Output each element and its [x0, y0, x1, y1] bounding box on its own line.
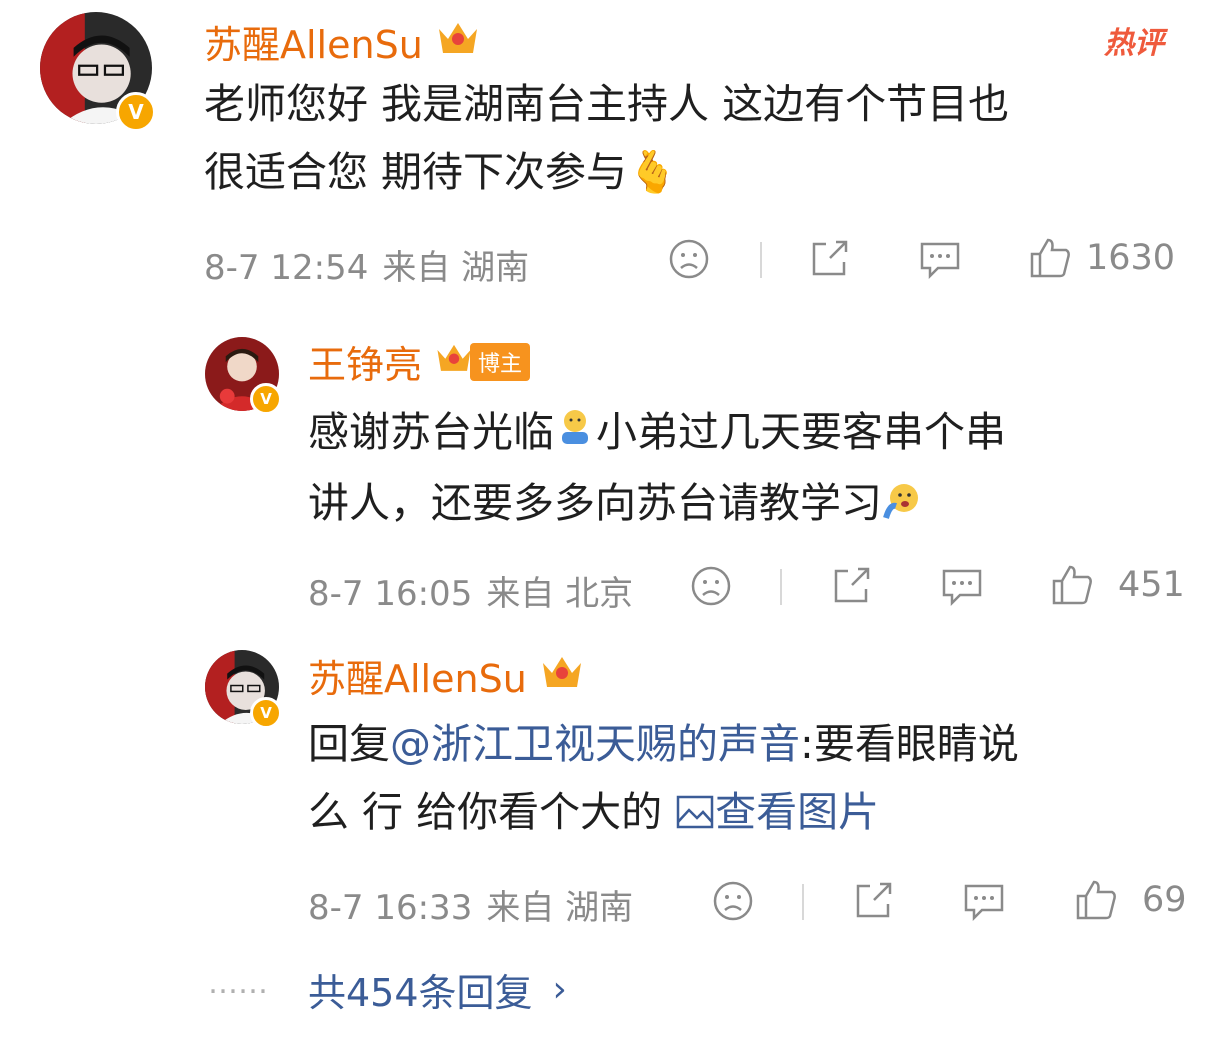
mention-link[interactable]: @浙江卫视天赐的声音	[390, 720, 800, 768]
blogger-badge: 博主	[470, 342, 531, 381]
sad-face-icon	[691, 566, 731, 606]
ellipsis: ……	[208, 966, 268, 1001]
comment-meta: 8-7 12:54 来自 湖南	[204, 240, 543, 289]
comment-icon	[920, 242, 960, 280]
author-name[interactable]: 苏醒AllenSu	[204, 14, 481, 69]
thumbs-up-icon	[1076, 880, 1116, 920]
share-button[interactable]	[852, 880, 894, 922]
like-button[interactable]: 451	[1050, 563, 1185, 607]
view-image-text: 查看图片	[715, 788, 880, 836]
reply-text: 回复@浙江卫视天赐的声音:要看眼睛说 么 行 给你看个大的 查看图片	[308, 710, 1188, 846]
like-count: 69	[1142, 880, 1187, 920]
author-name[interactable]: 苏醒AllenSu	[308, 648, 585, 703]
emoji-icon	[882, 472, 924, 540]
reply-text-segment: 小弟过几天要客串个串	[596, 408, 1006, 456]
dislike-button[interactable]	[690, 565, 732, 607]
image-icon	[676, 795, 714, 829]
reply-button[interactable]	[940, 565, 984, 607]
comment-text: 老师您好 我是湖南台主持人 这边有个节目也 很适合您 期待下次参与🫰	[204, 70, 1184, 206]
thumbs-up-icon	[1030, 238, 1070, 278]
crown-icon	[435, 17, 481, 66]
comment-text-line-content: 很适合您 期待下次参与	[204, 148, 628, 196]
like-count: 1630	[1086, 238, 1176, 278]
share-button[interactable]	[808, 238, 850, 280]
location: 来自 北京	[486, 574, 634, 614]
reply-text-segment: 感谢苏台光临	[308, 408, 554, 456]
hot-comment-badge: 热评	[1104, 26, 1164, 61]
reply-meta: 8-7 16:33 来自 湖南	[308, 880, 647, 929]
author-name-text: 苏醒AllenSu	[204, 23, 423, 67]
verified-icon: V	[116, 92, 156, 132]
view-image-link[interactable]: 查看图片	[675, 788, 879, 836]
reply-text-segment: :要看眼睛说	[800, 720, 1019, 768]
divider	[780, 569, 782, 605]
comment-icon	[942, 569, 982, 607]
reply-button[interactable]	[962, 880, 1006, 922]
reply-text: 感谢苏台光临 小弟过几天要客串个串 讲人，还要多多向苏台请教学习	[308, 398, 1188, 540]
share-icon	[856, 882, 892, 918]
timestamp: 8-7 16:05	[308, 574, 473, 614]
reply-prefix: 回复	[308, 720, 390, 768]
author-name-text: 苏醒AllenSu	[308, 657, 527, 701]
dislike-button[interactable]	[668, 238, 710, 280]
sad-face-icon	[669, 239, 709, 279]
dislike-button[interactable]	[712, 880, 754, 922]
like-count: 451	[1118, 565, 1185, 605]
reply-text-line: 回复@浙江卫视天赐的声音:要看眼睛说	[308, 710, 1188, 778]
author-name-text: 王铮亮	[308, 343, 423, 387]
timestamp: 8-7 16:33	[308, 888, 473, 928]
author-name[interactable]: 王铮亮 博主	[308, 334, 531, 389]
verified-icon: V	[250, 383, 282, 415]
reply-text-segment: 么 行 给你看个大的	[308, 788, 676, 836]
chevron-right-icon: ›	[552, 969, 567, 1010]
more-replies-link[interactable]: 共454条回复 ›	[308, 962, 567, 1017]
sad-face-icon	[713, 881, 753, 921]
reply-meta: 8-7 16:05 来自 北京	[308, 566, 647, 615]
location: 来自 湖南	[382, 248, 530, 288]
like-button[interactable]: 69	[1074, 878, 1187, 922]
timestamp: 8-7 12:54	[204, 248, 369, 288]
share-icon	[834, 567, 870, 603]
thumbs-up-icon	[1052, 565, 1092, 605]
comment-text-line: 很适合您 期待下次参与🫰	[204, 138, 1184, 206]
reply-text-line: 么 行 给你看个大的 查看图片	[308, 778, 1188, 846]
divider	[802, 884, 804, 920]
emoji-icon	[554, 401, 596, 469]
location: 来自 湖南	[486, 888, 634, 928]
finger-heart-emoji: 🫰	[627, 148, 679, 196]
reply-text-segment: 讲人，还要多多向苏台请教学习	[308, 479, 882, 527]
crown-icon	[434, 339, 474, 384]
share-icon	[812, 240, 848, 276]
reply-text-line: 感谢苏台光临 小弟过几天要客串个串	[308, 398, 1188, 469]
comment-text-line: 老师您好 我是湖南台主持人 这边有个节目也	[204, 80, 1010, 128]
share-button[interactable]	[830, 565, 872, 607]
more-replies-text: 共454条回复	[308, 971, 533, 1015]
reply-text-line: 讲人，还要多多向苏台请教学习	[308, 469, 1188, 540]
verified-icon: V	[250, 697, 282, 729]
divider	[760, 242, 762, 278]
like-button[interactable]: 1630	[1028, 236, 1175, 280]
crown-icon	[539, 651, 585, 700]
reply-button[interactable]	[918, 238, 962, 280]
comment-icon	[964, 884, 1004, 922]
